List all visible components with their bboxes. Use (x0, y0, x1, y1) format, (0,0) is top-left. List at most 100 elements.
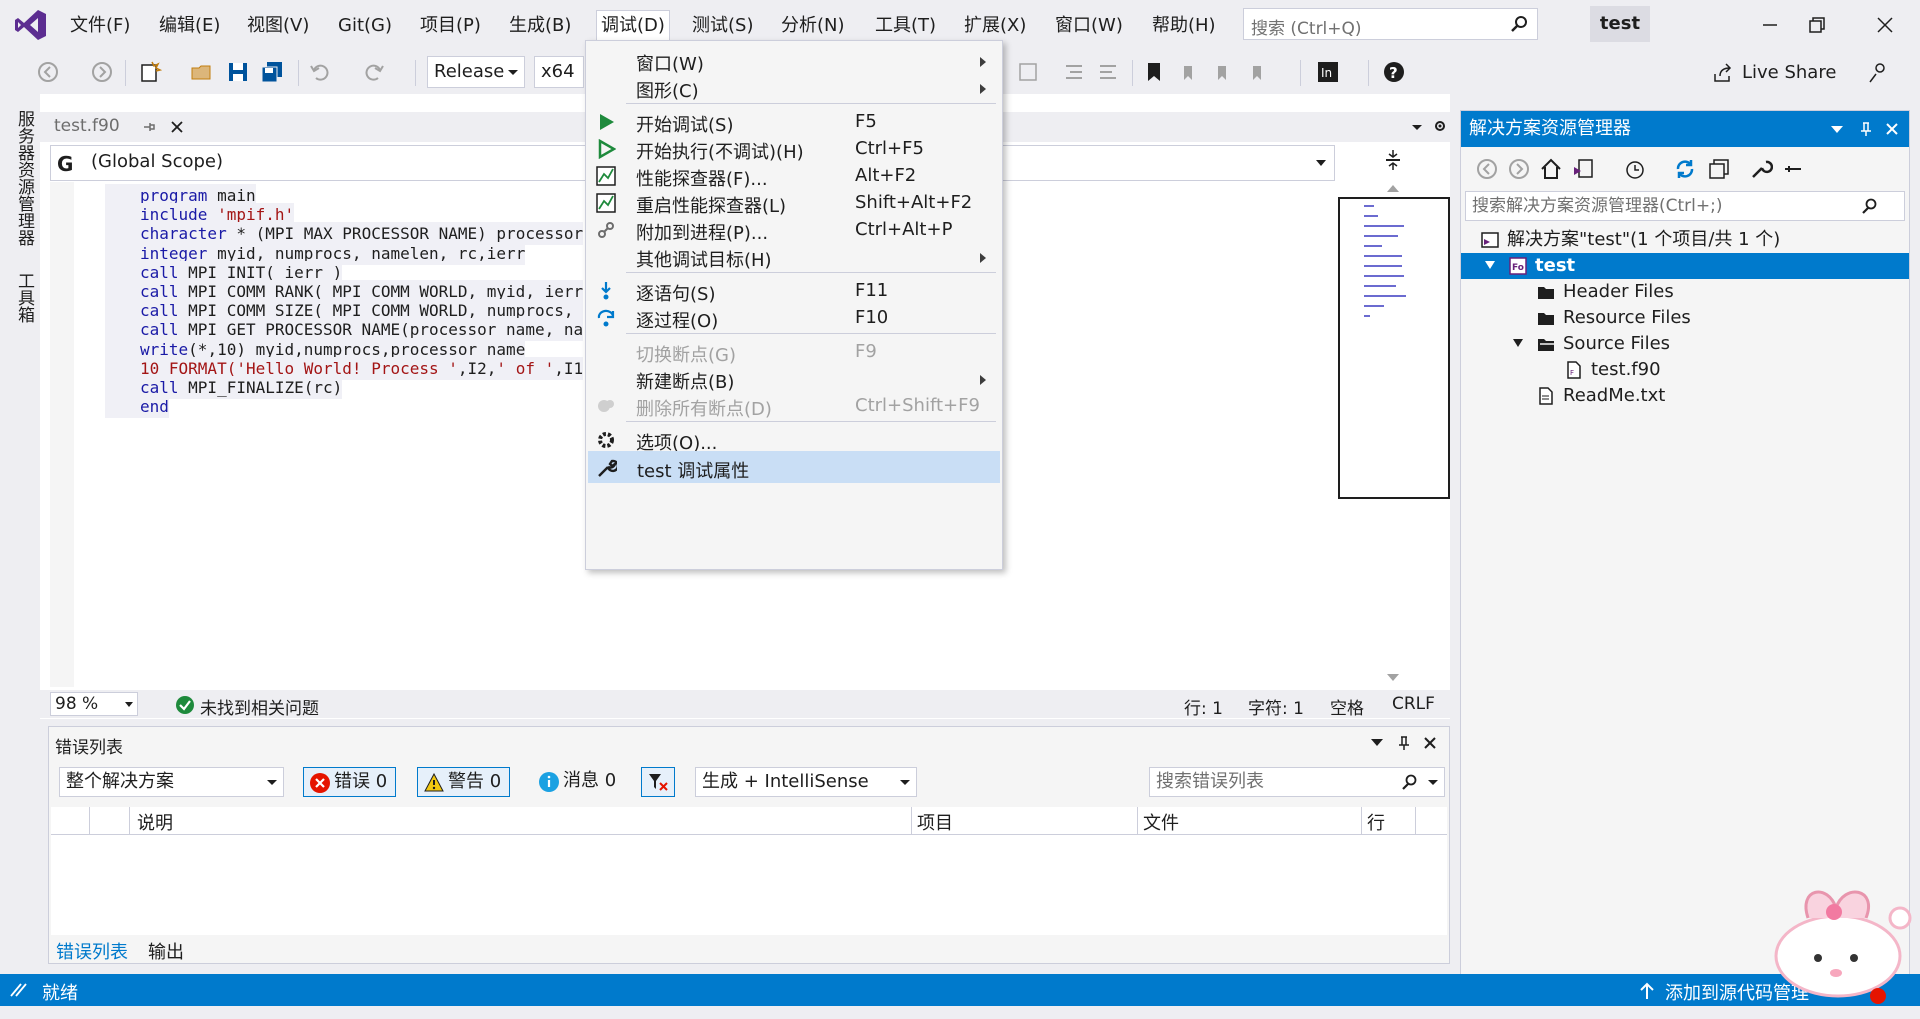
save-all-icon[interactable] (260, 60, 284, 84)
undo-icon[interactable] (308, 60, 332, 84)
split-icon[interactable] (1384, 148, 1402, 172)
close-icon[interactable] (1870, 10, 1900, 40)
bookmark-icon[interactable] (1142, 60, 1166, 84)
menu-item[interactable]: 项目(P) (416, 13, 485, 39)
tab-overflow-icon[interactable] (1410, 120, 1424, 134)
tree-item[interactable]: Header Files (1461, 279, 1909, 305)
prev-bookmark-icon[interactable] (1176, 60, 1200, 84)
sync-icon[interactable] (1673, 157, 1697, 181)
error-search-input[interactable]: 搜索错误列表 (1149, 767, 1445, 797)
new-project-icon[interactable] (138, 60, 162, 84)
document-tab[interactable]: test.f90 (48, 112, 228, 142)
debug-menu-item[interactable]: test 调试属性 (588, 451, 1000, 483)
zoom-select[interactable]: 98 % (50, 692, 138, 716)
description-column[interactable]: 说明 (137, 809, 173, 835)
restore-icon[interactable] (1802, 10, 1832, 40)
tree-item[interactable]: Source Files (1461, 331, 1909, 357)
menu-item[interactable]: 帮助(H) (1148, 13, 1220, 39)
back-icon[interactable] (36, 60, 60, 84)
next-bookmark-icon[interactable] (1210, 60, 1234, 84)
menu-item[interactable]: 生成(B) (505, 13, 575, 39)
tab-error-list[interactable]: 错误列表 (56, 938, 128, 964)
menu-item[interactable]: 工具(T) (871, 13, 940, 39)
switch-views-icon[interactable] (1571, 157, 1595, 181)
tree-item[interactable]: Resource Files (1461, 305, 1909, 331)
scope-select[interactable]: (Global Scope) (91, 151, 223, 172)
server-explorer-tab[interactable]: 服务器资源管理器 (12, 110, 37, 246)
forward-icon[interactable] (1507, 157, 1531, 181)
file-column[interactable]: 文件 (1143, 809, 1179, 835)
minimap-viewport[interactable] (1338, 197, 1450, 499)
menu-item[interactable]: Git(G) (334, 13, 396, 39)
warnings-filter-button[interactable]: 警告 0 (417, 767, 511, 797)
preview-icon[interactable] (1781, 157, 1805, 181)
errors-filter-button[interactable]: 错误 0 (303, 767, 397, 797)
live-share-button[interactable]: Live Share (1712, 60, 1836, 86)
char-indicator[interactable]: 字符: 1 (1248, 694, 1304, 719)
forward-icon[interactable] (90, 60, 114, 84)
align-icon[interactable] (1016, 60, 1040, 84)
close-icon[interactable] (1423, 736, 1437, 750)
feedback-icon[interactable] (1866, 60, 1890, 84)
configuration-select[interactable]: Release (427, 56, 525, 88)
help-icon[interactable]: ? (1382, 60, 1406, 84)
whitespace-indicator[interactable]: 空格 (1330, 694, 1364, 719)
tab-output[interactable]: 输出 (148, 938, 184, 964)
clear-bookmarks-icon[interactable] (1245, 60, 1269, 84)
clear-filter-button[interactable] (641, 767, 675, 797)
menu-item[interactable]: 编辑(E) (155, 13, 224, 39)
chevron-down-icon[interactable] (1316, 160, 1326, 168)
line-column[interactable]: 行 (1367, 809, 1385, 835)
menu-item[interactable]: 分析(N) (777, 13, 849, 39)
menu-item[interactable]: 测试(S) (688, 13, 757, 39)
scroll-down-icon[interactable] (1386, 673, 1400, 683)
tree-item[interactable]: Fo test (1461, 253, 1909, 279)
scroll-up-icon[interactable] (1386, 183, 1400, 193)
minimize-icon[interactable] (1755, 10, 1785, 40)
platform-select[interactable]: x64 (534, 56, 584, 88)
messages-filter-button[interactable]: 消息 0 (533, 767, 616, 797)
code-minimap[interactable] (1338, 145, 1450, 687)
menu-item[interactable]: 视图(V) (243, 13, 313, 39)
tree-item[interactable]: 解决方案"test"(1 个项目/共 1 个) (1461, 227, 1909, 253)
chevron-down-icon[interactable] (1371, 739, 1383, 747)
tree-item[interactable]: Ftest.f90 (1461, 357, 1909, 383)
collapse-all-icon[interactable] (1707, 157, 1731, 181)
menu-item[interactable]: 文件(F) (66, 13, 134, 39)
visual-studio-logo-icon[interactable] (14, 8, 48, 42)
build-filter-select[interactable]: 生成 + IntelliSense (695, 767, 917, 797)
menu-item[interactable]: 窗口(W) (1051, 13, 1127, 39)
tree-item[interactable]: ReadMe.txt (1461, 383, 1909, 409)
pending-changes-icon[interactable] (1623, 157, 1647, 181)
solution-search-input[interactable]: 搜索解决方案资源管理器(Ctrl+;) (1465, 191, 1905, 221)
pin-icon[interactable] (1397, 735, 1411, 751)
menu-item[interactable]: 扩展(X) (960, 13, 1030, 39)
intel-inspector-icon[interactable]: In (1316, 60, 1340, 84)
debug-menu-item[interactable]: 其他调试目标(H) (588, 241, 1000, 273)
expand-arrow-icon[interactable] (1513, 339, 1523, 347)
toolbox-tab[interactable]: 工具箱 (12, 272, 37, 323)
save-icon[interactable] (226, 60, 250, 84)
pin-icon[interactable] (142, 120, 156, 134)
code-line[interactable]: end (105, 395, 169, 419)
debug-menu-item[interactable]: 图形(C) (588, 72, 1000, 104)
open-folder-icon[interactable] (190, 60, 214, 84)
close-icon[interactable] (1885, 122, 1899, 136)
redo-icon[interactable] (362, 60, 386, 84)
menu-item[interactable]: 调试(D) (596, 10, 670, 44)
properties-icon[interactable] (1749, 157, 1773, 181)
pin-icon[interactable] (1859, 121, 1873, 137)
close-tab-icon[interactable] (170, 120, 184, 134)
indent-icon[interactable] (1062, 60, 1086, 84)
search-input[interactable]: 搜索 (Ctrl+Q) (1243, 8, 1538, 40)
debug-menu-item[interactable]: 逐过程(O) F10 (588, 302, 1000, 334)
chevron-down-icon[interactable] (1831, 126, 1843, 134)
scope-select[interactable]: 整个解决方案 (59, 767, 284, 797)
expand-arrow-icon[interactable] (1485, 261, 1495, 269)
project-column[interactable]: 项目 (917, 809, 953, 835)
home-icon[interactable] (1539, 157, 1563, 181)
back-icon[interactable] (1475, 157, 1499, 181)
outdent-icon[interactable] (1096, 60, 1120, 84)
settings-icon[interactable] (1432, 118, 1448, 134)
line-indicator[interactable]: 行: 1 (1184, 694, 1223, 719)
